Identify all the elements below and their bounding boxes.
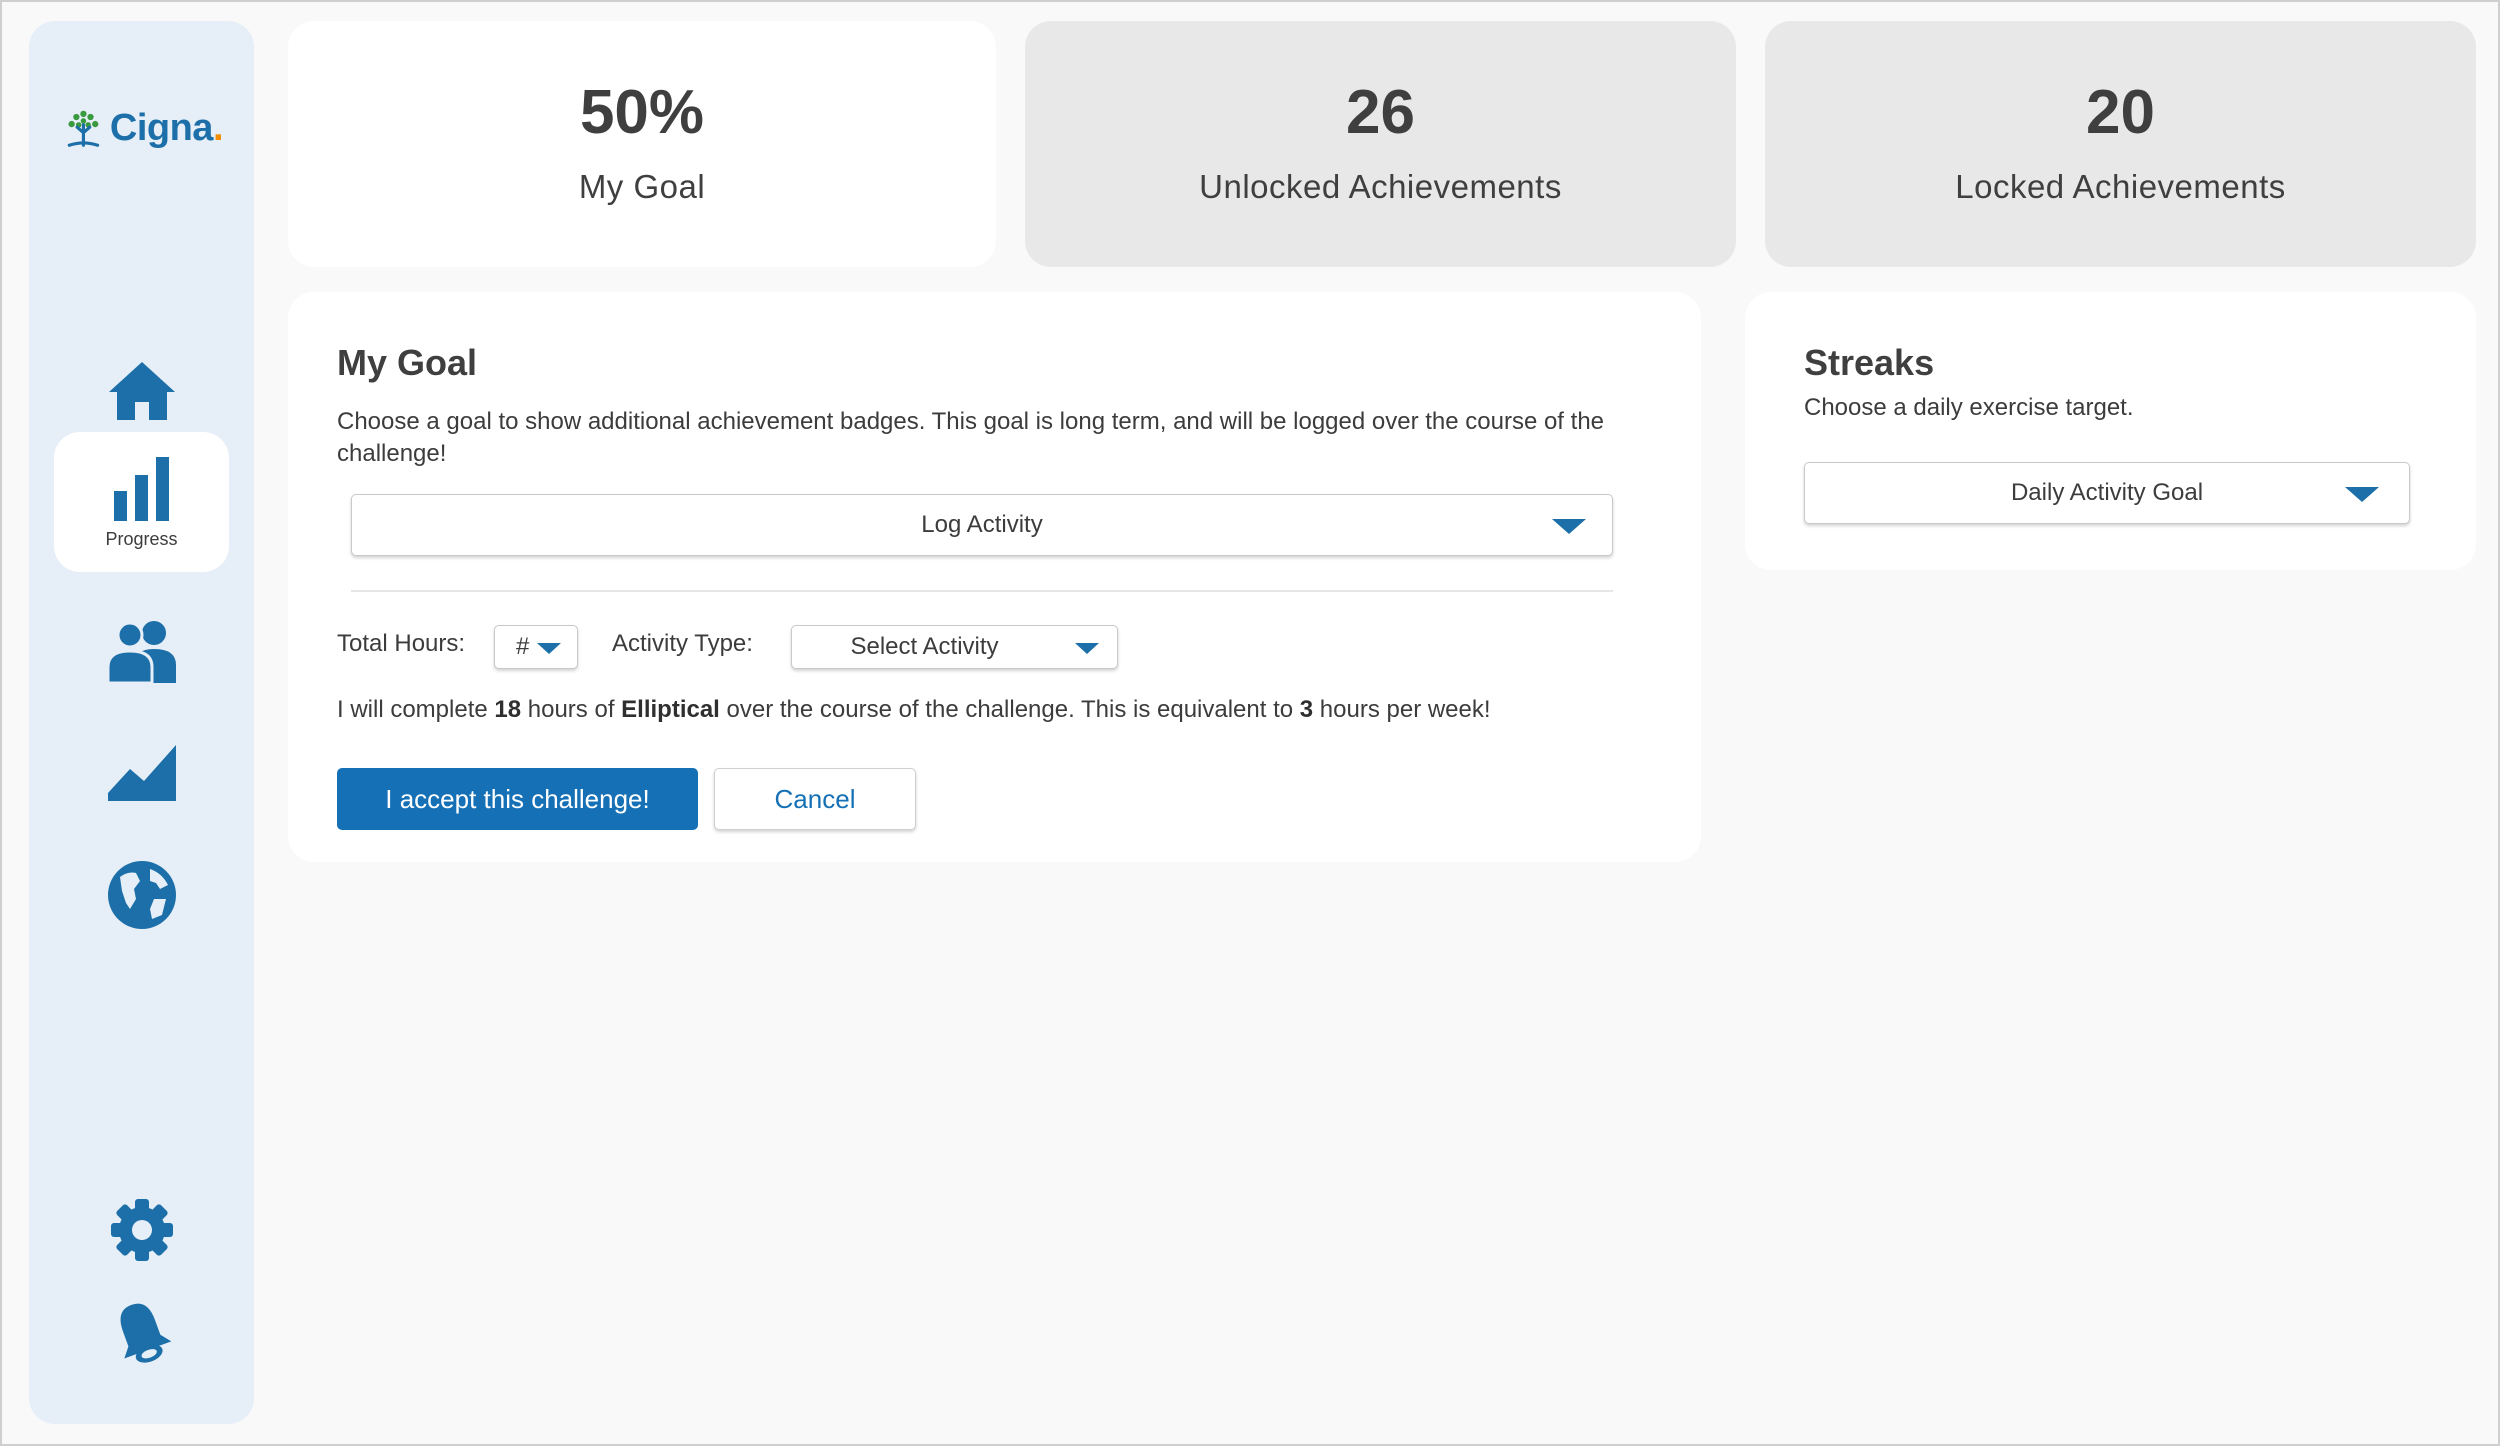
stat-value: 50%	[579, 78, 705, 147]
nav-community[interactable]	[54, 581, 229, 721]
stat-card-unlocked[interactable]: 26 Unlocked Achievements	[1025, 21, 1736, 267]
chevron-down-icon	[1075, 643, 1099, 654]
stat-value: 20	[2086, 78, 2155, 147]
panel-title: My Goal	[337, 342, 478, 383]
sidebar: Cigna. Progress	[29, 21, 254, 1424]
summary-hours: 18	[494, 696, 522, 723]
nav-notifications[interactable]	[54, 1264, 229, 1404]
tree-logo-icon	[67, 110, 100, 147]
cigna-logo[interactable]: Cigna.	[63, 93, 224, 163]
summary-activity: Elliptical	[621, 696, 720, 723]
trend-chart-icon	[107, 745, 176, 801]
globe-icon	[107, 861, 176, 929]
gear-icon	[110, 1199, 173, 1261]
total-hours-select[interactable]: #	[494, 625, 578, 669]
nav-trends[interactable]	[54, 702, 229, 842]
log-activity-dropdown[interactable]: Log Activity	[351, 494, 1613, 556]
stat-caption: My Goal	[578, 168, 706, 205]
hours-value: #	[516, 633, 530, 660]
activity-value: Select Activity	[850, 633, 999, 660]
bar-chart-icon	[113, 456, 169, 521]
chevron-down-icon	[1552, 519, 1586, 534]
nav-global[interactable]	[54, 825, 229, 965]
total-hours-label: Total Hours:	[337, 630, 466, 657]
dropdown-value: Log Activity	[921, 511, 1043, 538]
stat-card-locked[interactable]: 20 Locked Achievements	[1765, 21, 2476, 267]
streaks-panel: Streaks Choose a daily exercise target. …	[1745, 292, 2476, 570]
stat-caption: Locked Achievements	[1955, 168, 2286, 205]
activity-type-label: Activity Type:	[612, 630, 753, 657]
chevron-down-icon	[2345, 487, 2379, 502]
panel-title: Streaks	[1804, 342, 1935, 383]
people-icon	[106, 621, 176, 683]
stat-caption: Unlocked Achievements	[1199, 168, 1562, 205]
accept-challenge-button[interactable]: I accept this challenge!	[337, 768, 698, 830]
stat-value: 26	[1346, 78, 1415, 147]
stat-card-goal: 50% My Goal	[288, 21, 996, 267]
nav-progress-label: Progress	[105, 528, 178, 549]
nav-progress[interactable]: Progress	[54, 432, 229, 572]
streaks-description: Choose a daily exercise target.	[1804, 394, 2134, 421]
my-goal-panel: My Goal Choose a goal to show additional…	[288, 292, 1701, 862]
home-icon	[108, 362, 175, 420]
daily-activity-goal-dropdown[interactable]: Daily Activity Goal	[1804, 462, 2410, 524]
summary-weekly: 3	[1299, 696, 1314, 723]
bell-icon	[120, 1303, 171, 1363]
activity-type-select[interactable]: Select Activity	[791, 625, 1118, 669]
cancel-button[interactable]: Cancel	[714, 768, 916, 830]
chevron-down-icon	[537, 643, 561, 654]
goal-summary: I will complete 18 hours of Elliptical o…	[337, 696, 1491, 723]
logo-wordmark: Cigna.	[109, 106, 224, 149]
divider	[351, 590, 1613, 592]
dropdown-value: Daily Activity Goal	[2010, 479, 2204, 506]
goal-description: Choose a goal to show additional achieve…	[337, 408, 1605, 467]
